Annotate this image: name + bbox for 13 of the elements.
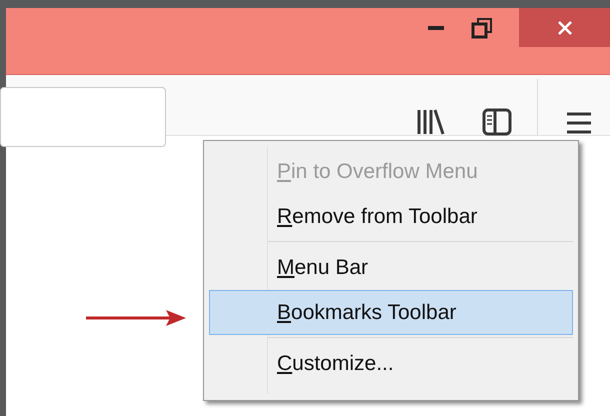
- close-icon: [556, 20, 572, 36]
- menu-item[interactable]: Customize...: [209, 341, 573, 386]
- menu-item[interactable]: Menu Bar: [209, 245, 573, 290]
- arrow-icon: [86, 309, 186, 327]
- menu-item[interactable]: Remove from Toolbar: [209, 194, 573, 239]
- restore-icon: [471, 16, 493, 38]
- address-field[interactable]: [0, 87, 166, 147]
- library-icon[interactable]: [416, 108, 446, 136]
- sidebar-icon[interactable]: [482, 107, 512, 137]
- menu-icon[interactable]: [566, 111, 592, 135]
- minimize-icon: [428, 26, 444, 30]
- menu-item[interactable]: Bookmarks Toolbar: [209, 290, 573, 335]
- close-button[interactable]: [519, 8, 610, 47]
